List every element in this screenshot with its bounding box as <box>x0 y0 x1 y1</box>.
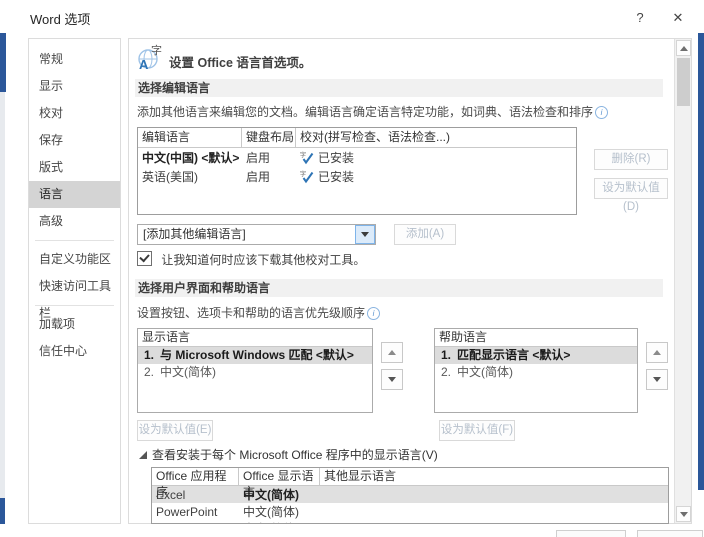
arrow-down-icon <box>653 377 661 382</box>
scrollbar-down-button[interactable] <box>676 506 691 522</box>
section-header-ui-help-languages: 选择用户界面和帮助语言 <box>135 279 663 297</box>
panel-intro-text: 设置 Office 语言首选项。 <box>169 56 312 70</box>
editing-languages-table: 编辑语言 键盘布局 校对(拼写检查、语法检查...) 中文(中国) <默认> 启… <box>137 127 577 215</box>
add-editing-language-dropdown[interactable]: [添加其他编辑语言] <box>137 224 376 245</box>
info-icon[interactable]: i <box>595 106 609 119</box>
apps-table-header-row: Office 应用程序 Office 显示语言 其他显示语言 <box>152 468 668 499</box>
close-button[interactable]: ✕ <box>663 7 693 29</box>
language-options-panel: 字 A 设置 Office 语言首选项。 选择编辑语言 添加其他语言来编辑您的文… <box>128 38 692 524</box>
add-button[interactable]: 添加(A) <box>394 224 456 245</box>
help-language-listbox: 帮助语言 1. 匹配显示语言 <默认> 2. 中文(简体) <box>434 328 638 413</box>
dropdown-arrow-button[interactable] <box>355 225 375 244</box>
download-proofing-checkbox-row[interactable]: 让我知道何时应该下载其他校对工具。 <box>137 251 365 268</box>
spell-check-icon: 字 <box>300 170 314 183</box>
table-row-chinese[interactable]: 中文(中国) <默认> 启用 字 已安装 <box>138 148 576 167</box>
sidebar-item-customize-ribbon[interactable]: 自定义功能区 <box>29 246 120 273</box>
column-header-editing-language: 编辑语言 <box>138 128 242 147</box>
set-as-default-button-editing[interactable]: 设为默认值(D) <box>594 178 668 213</box>
display-language-title: 显示语言 <box>138 329 372 347</box>
section-header-editing-languages: 选择编辑语言 <box>135 79 663 97</box>
table-row-english[interactable]: 英语(美国) 启用 字 已安装 <box>138 167 576 186</box>
svg-text:A: A <box>139 57 149 72</box>
editing-languages-description: 添加其他语言来编辑您的文档。编辑语言确定语言特定功能，如词典、语法检查和排序 i <box>137 103 609 120</box>
apps-table-row-powerpoint[interactable]: PowerPoint 中文(简体) <box>152 503 668 520</box>
display-move-up-button[interactable] <box>381 342 403 363</box>
dialog-title: Word 选项 <box>30 12 91 27</box>
column-header-office-app: Office 应用程序 <box>152 468 239 499</box>
sidebar-item-quick-access-toolbar[interactable]: 快速访问工具栏 <box>29 273 120 320</box>
column-header-office-display-language: Office 显示语言 <box>239 468 320 499</box>
arrow-down-icon <box>679 511 688 517</box>
apps-table-row-excel[interactable]: Excel 中文(简体) <box>152 486 668 503</box>
vertical-scrollbar[interactable] <box>674 39 691 523</box>
office-apps-language-table: Office 应用程序 Office 显示语言 其他显示语言 Excel 中文(… <box>151 467 669 524</box>
options-sidebar: 常规 显示 校对 保存 版式 语言 高级 自定义功能区 快速访问工具栏 加载项 … <box>28 38 121 524</box>
sidebar-item-general[interactable]: 常规 <box>29 46 120 73</box>
set-as-default-button-display[interactable]: 设为默认值(E) <box>137 420 213 441</box>
arrow-up-icon <box>388 350 396 355</box>
column-header-other-display-languages: 其他显示语言 <box>324 469 397 483</box>
sidebar-item-trust-center[interactable]: 信任中心 <box>29 338 120 365</box>
expander-triangle-icon <box>139 451 147 459</box>
column-header-proofing: 校对(拼写检查、语法检查...) <box>300 130 450 144</box>
sidebar-item-addins[interactable]: 加载项 <box>29 311 120 338</box>
help-language-item-1[interactable]: 1. 匹配显示语言 <默认> <box>435 347 637 364</box>
chevron-down-icon <box>361 232 369 237</box>
help-move-up-button[interactable] <box>646 342 668 363</box>
help-button[interactable]: ? <box>625 7 655 29</box>
sidebar-item-proofing[interactable]: 校对 <box>29 100 120 127</box>
svg-text:字: 字 <box>300 170 306 178</box>
sidebar-item-language[interactable]: 语言 <box>29 181 120 208</box>
arrow-down-icon <box>388 377 396 382</box>
apps-table-row-word[interactable]: Word 中文(简体) <box>152 520 668 524</box>
sidebar-item-layout[interactable]: 版式 <box>29 154 120 181</box>
checkmark-icon <box>139 251 150 263</box>
sidebar-item-display[interactable]: 显示 <box>29 73 120 100</box>
display-language-item-2[interactable]: 2. 中文(简体) <box>138 364 372 381</box>
background-window-edge-left-bottom <box>0 498 5 524</box>
background-window-edge-left-gray <box>0 92 5 498</box>
ok-button-partial[interactable] <box>556 530 626 537</box>
scrollbar-up-button[interactable] <box>676 40 691 56</box>
title-bar: Word 选项 ? ✕ <box>0 0 704 33</box>
help-language-item-2[interactable]: 2. 中文(简体) <box>435 364 637 381</box>
checkbox[interactable] <box>137 251 152 266</box>
display-move-down-button[interactable] <box>381 369 403 390</box>
svg-text:字: 字 <box>151 43 162 57</box>
ui-languages-description: 设置按钮、选项卡和帮助的语言优先级顺序 i <box>137 304 381 321</box>
language-preferences-icon: 字 A <box>135 43 165 76</box>
editing-table-header-row: 编辑语言 键盘布局 校对(拼写检查、语法检查...) <box>138 128 576 148</box>
svg-text:字: 字 <box>300 151 306 159</box>
help-language-title: 帮助语言 <box>435 329 637 347</box>
cancel-button-partial[interactable] <box>637 530 703 537</box>
background-window-edge-right <box>698 12 704 490</box>
scrollbar-thumb[interactable] <box>677 58 690 106</box>
view-display-languages-expander[interactable]: 查看安装于每个 Microsoft Office 程序中的显示语言(V) <box>139 446 438 463</box>
arrow-up-icon <box>653 350 661 355</box>
spell-check-icon: 字 <box>300 151 314 164</box>
word-options-dialog: Word 选项 ? ✕ 常规 显示 校对 保存 版式 语言 高级 自定义功能区 … <box>0 0 704 537</box>
arrow-up-icon <box>679 45 688 51</box>
checkbox-label: 让我知道何时应该下载其他校对工具。 <box>161 253 366 267</box>
help-move-down-button[interactable] <box>646 369 668 390</box>
set-as-default-button-help[interactable]: 设为默认值(F) <box>439 420 515 441</box>
display-language-listbox: 显示语言 1. 与 Microsoft Windows 匹配 <默认> 2. 中… <box>137 328 373 413</box>
remove-button[interactable]: 删除(R) <box>594 149 668 170</box>
sidebar-item-advanced[interactable]: 高级 <box>29 208 120 235</box>
display-language-item-1[interactable]: 1. 与 Microsoft Windows 匹配 <默认> <box>138 347 372 364</box>
info-icon[interactable]: i <box>367 307 381 320</box>
sidebar-divider <box>35 240 114 241</box>
column-header-keyboard-layout: 键盘布局 <box>242 128 296 147</box>
sidebar-item-save[interactable]: 保存 <box>29 127 120 154</box>
